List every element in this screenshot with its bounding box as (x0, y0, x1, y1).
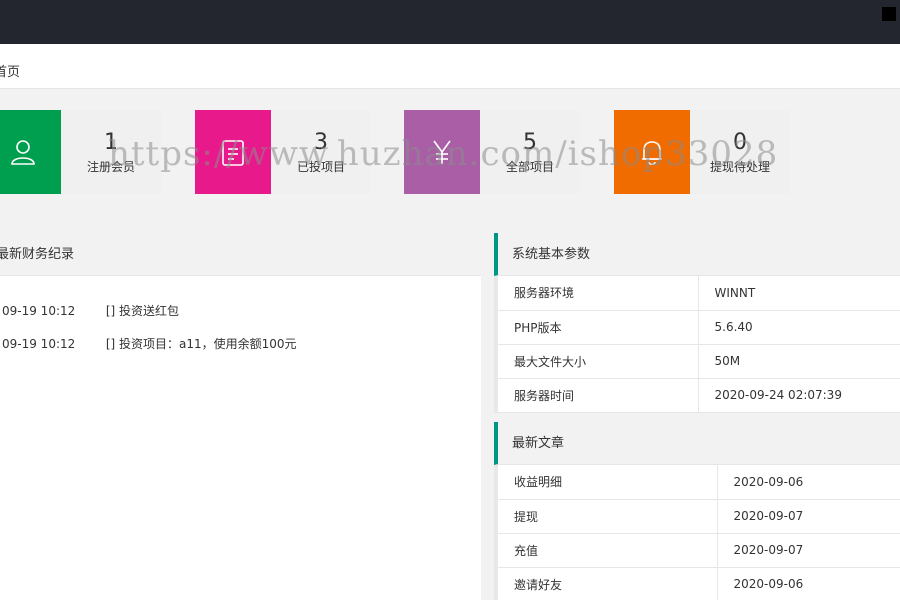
stat-label: 提现待处理 (709, 160, 770, 174)
system-table: 服务器环境 WINNT PHP版本 5.6.40 最大文件大小 50M 服务器时… (494, 276, 900, 413)
table-row[interactable]: 充值 2020-09-07 (494, 533, 900, 568)
fullscreen-icon[interactable] (882, 7, 896, 21)
article-title[interactable]: 收益明细 (494, 465, 717, 500)
stat-value: 0 (733, 130, 747, 155)
article-title[interactable]: 充值 (494, 533, 717, 568)
stat-value: 5 (523, 130, 537, 155)
yen-icon (404, 110, 480, 194)
stat-card-projects[interactable]: 5 全部项目 (404, 110, 580, 194)
stat-label: 已投项目 (296, 160, 345, 174)
tab-home[interactable]: 首页 (0, 61, 20, 80)
clipboard-icon (195, 110, 271, 194)
stat-value: 1 (104, 130, 118, 155)
stat-label: 全部项目 (505, 160, 554, 174)
table-row: 服务器时间 2020-09-24 02:07:39 (494, 378, 900, 413)
record-desc: [] 投资项目：a11，使用余额100元 (105, 337, 297, 351)
article-date: 2020-09-07 (716, 499, 900, 534)
record-date: 09-19 10:12 (2, 304, 76, 318)
bell-icon (614, 110, 690, 194)
param-key: PHP版本 (494, 310, 698, 345)
table-row: PHP版本 5.6.40 (494, 310, 900, 345)
record-desc: [] 投资送红包 (105, 304, 180, 318)
article-title[interactable]: 提现 (494, 499, 717, 534)
article-date: 2020-09-06 (716, 465, 900, 500)
table-row[interactable]: 邀请好友 2020-09-06 (494, 567, 900, 600)
user-icon (0, 110, 61, 194)
record-date: 09-19 10:12 (2, 337, 76, 351)
param-key: 服务器环境 (494, 276, 698, 311)
articles-table: 收益明细 2020-09-06 提现 2020-09-07 充值 2020-09… (494, 465, 900, 600)
article-date: 2020-09-07 (716, 533, 900, 568)
table-row[interactable]: 提现 2020-09-07 (494, 499, 900, 534)
list-item[interactable]: 09-19 10:12 [] 投资项目：a11，使用余额100元 (0, 333, 481, 366)
tab-bar: 首页 (0, 44, 900, 89)
stat-card-withdraw[interactable]: 0 提现待处理 (614, 110, 790, 194)
param-key: 最大文件大小 (494, 344, 698, 379)
stat-card-invested[interactable]: 3 已投项目 (195, 110, 371, 194)
finance-list: 09-19 10:12 [] 投资送红包 09-19 10:12 [] 投资项目… (0, 276, 481, 366)
article-date: 2020-09-06 (716, 567, 900, 600)
param-value: 5.6.40 (697, 310, 900, 345)
finance-title: 最新财务纪录 (0, 233, 481, 276)
articles-title: 最新文章 (494, 422, 900, 465)
stat-card-members[interactable]: 1 注册会员 (0, 110, 161, 194)
finance-panel: 最新财务纪录 09-19 10:12 [] 投资送红包 09-19 10:12 … (0, 233, 481, 600)
stat-value: 3 (314, 130, 328, 155)
table-row: 服务器环境 WINNT (494, 276, 900, 311)
param-value: 2020-09-24 02:07:39 (697, 378, 900, 413)
system-panel: 系统基本参数 服务器环境 WINNT PHP版本 5.6.40 最大文件大小 5… (494, 233, 900, 413)
stat-label: 注册会员 (86, 160, 135, 174)
top-navbar (0, 0, 900, 44)
table-row[interactable]: 收益明细 2020-09-06 (494, 465, 900, 500)
param-value: WINNT (697, 276, 900, 311)
table-row: 最大文件大小 50M (494, 344, 900, 379)
param-key: 服务器时间 (494, 378, 698, 413)
articles-panel: 最新文章 收益明细 2020-09-06 提现 2020-09-07 充值 20… (494, 422, 900, 600)
param-value: 50M (697, 344, 900, 379)
list-item[interactable]: 09-19 10:12 [] 投资送红包 (0, 300, 481, 333)
article-title[interactable]: 邀请好友 (494, 567, 717, 600)
system-title: 系统基本参数 (494, 233, 900, 276)
